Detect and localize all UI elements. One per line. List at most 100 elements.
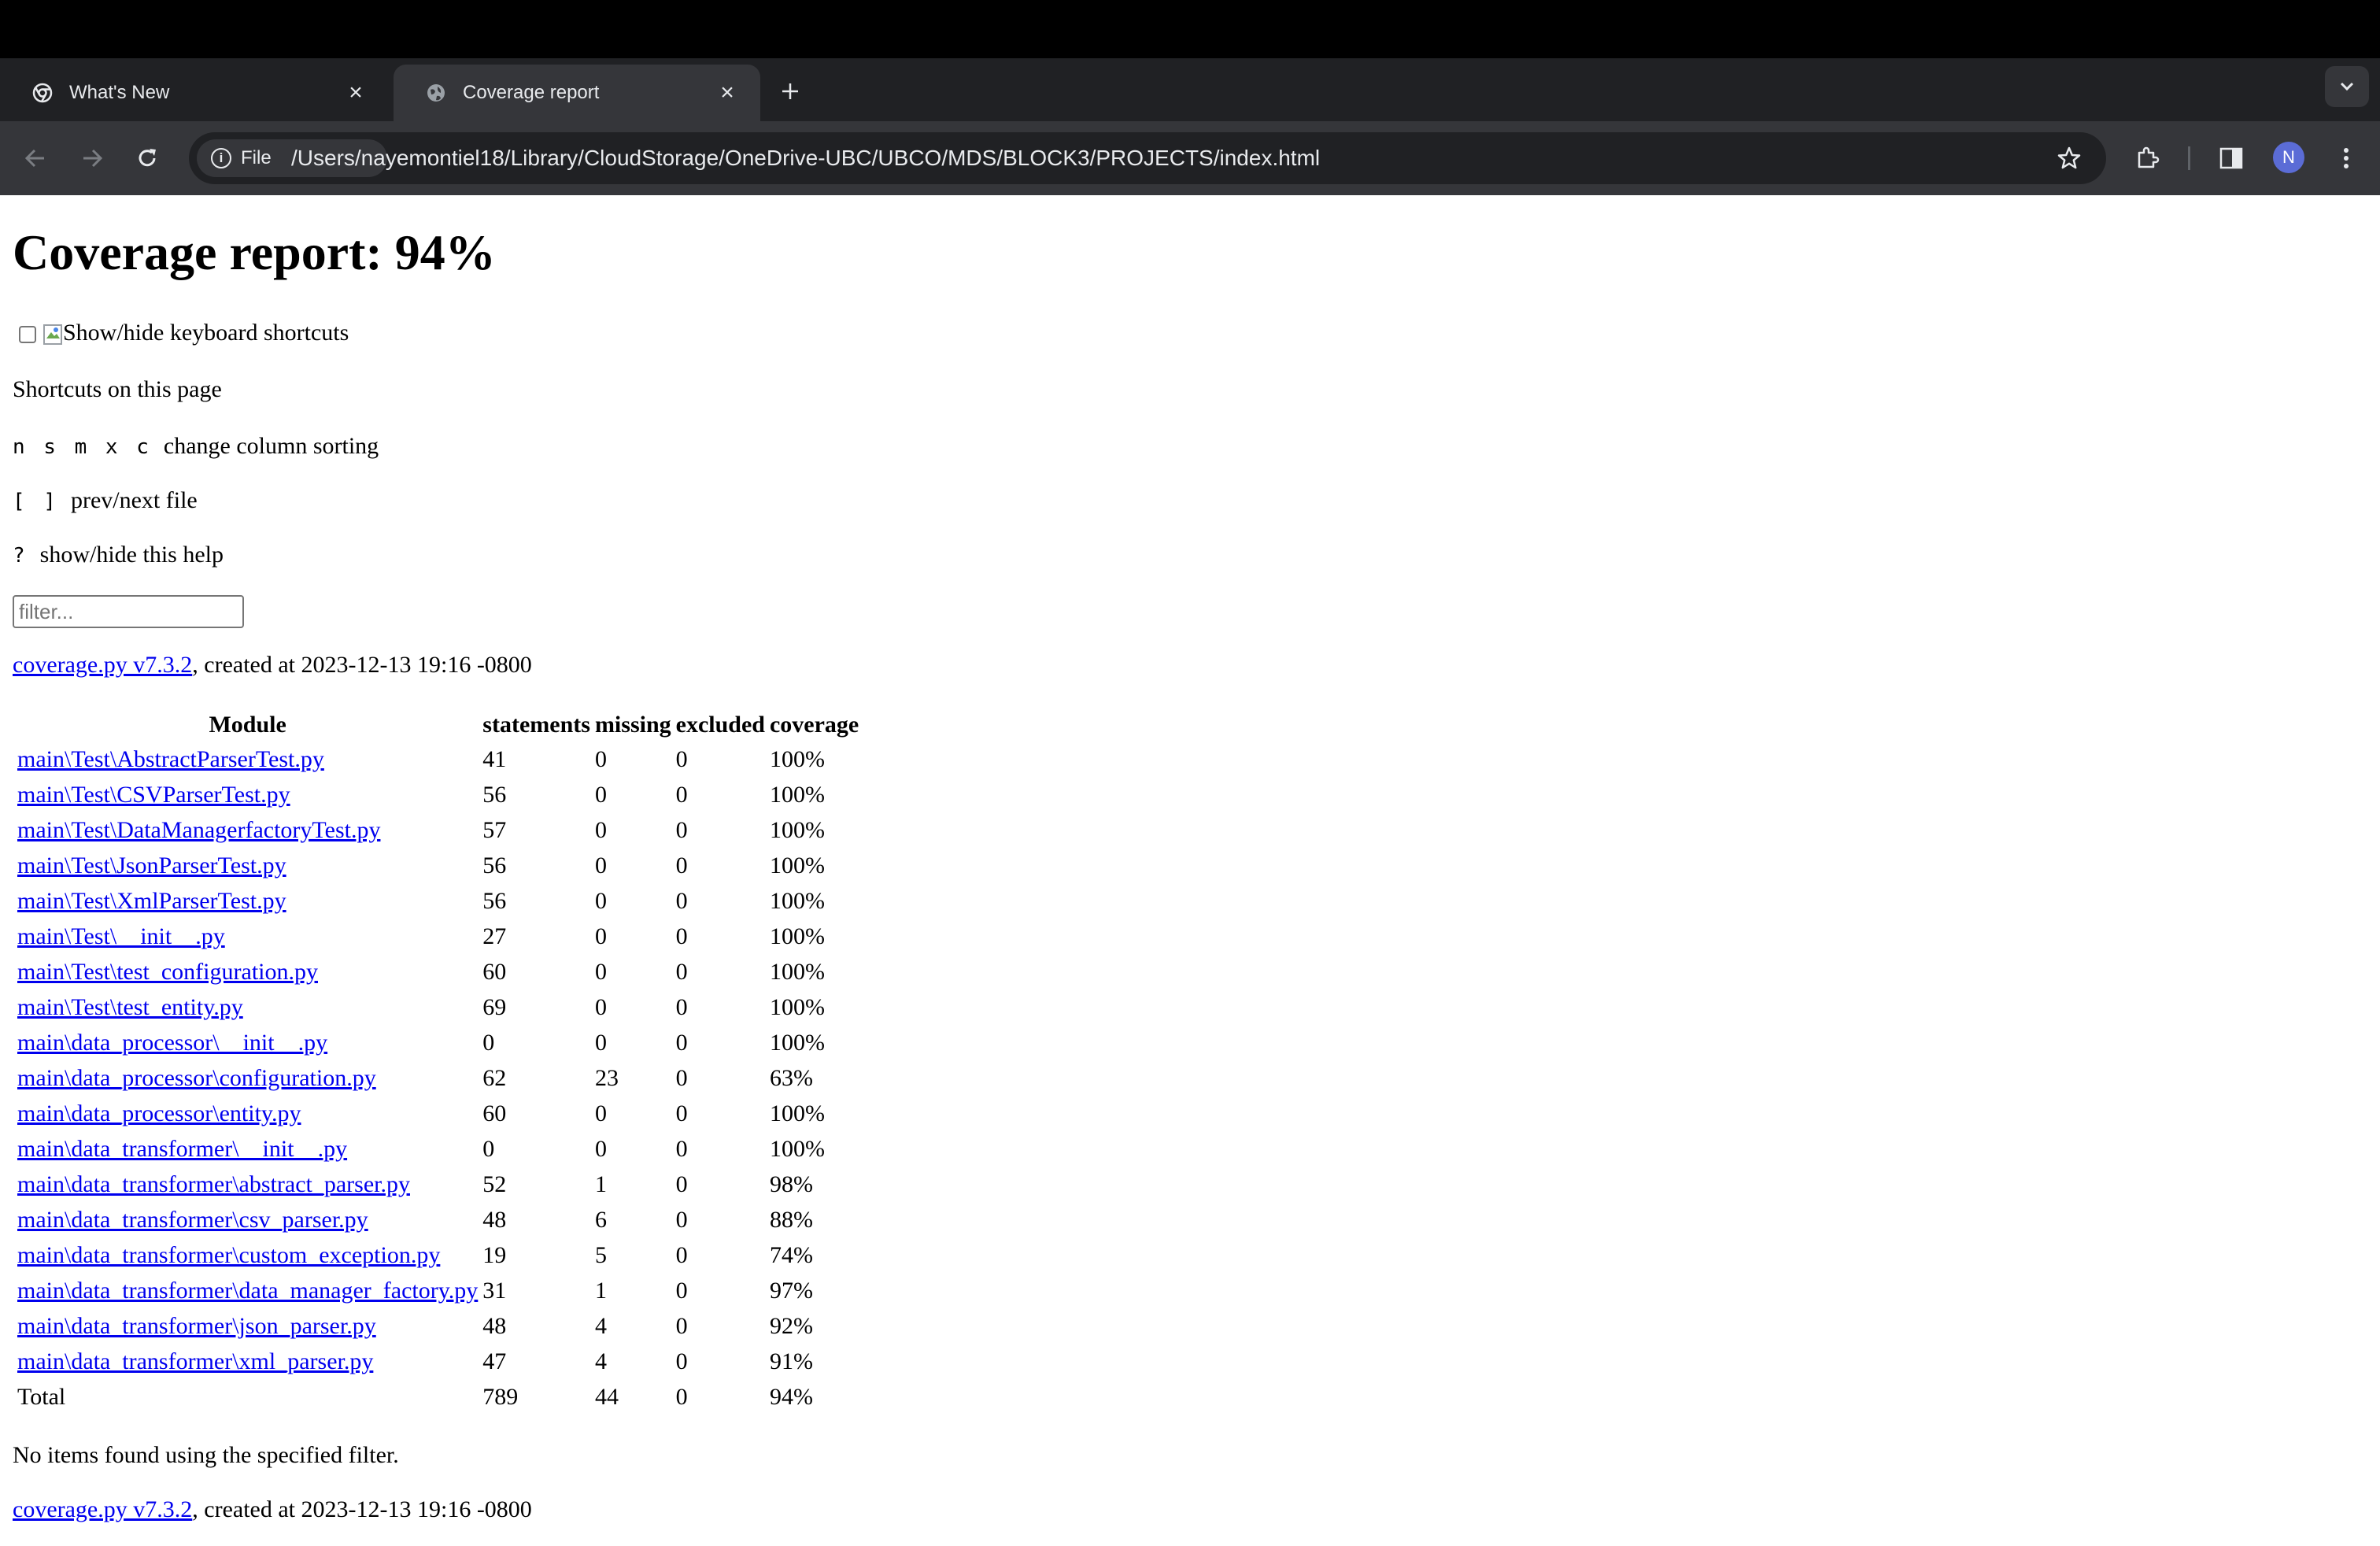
coverage-cell: 98% — [769, 1171, 813, 1197]
statements-cell: 47 — [482, 1348, 507, 1374]
missing-cell: 0 — [594, 923, 607, 949]
module-link[interactable]: main\data_transformer\xml_parser.py — [17, 1348, 373, 1374]
module-link[interactable]: main\Test\DataManagerfactoryTest.py — [17, 817, 380, 843]
coverage-cell: 100% — [769, 923, 825, 949]
profile-avatar[interactable]: N — [2273, 142, 2304, 173]
statements-cell: 19 — [482, 1242, 507, 1268]
missing-cell: 0 — [594, 1030, 607, 1056]
statements-cell: 31 — [482, 1278, 507, 1304]
missing-cell: 6 — [594, 1207, 607, 1233]
module-link[interactable]: main\data_processor\entity.py — [17, 1100, 301, 1126]
shortcut-keys: [ ] — [13, 490, 59, 513]
url-text[interactable]: /Users/nayemontiel18/Library/CloudStorag… — [291, 132, 1320, 184]
tab-title: What's New — [69, 82, 170, 103]
missing-cell: 4 — [594, 1348, 607, 1374]
keyboard-help-checkbox[interactable] — [19, 326, 36, 344]
column-header-missing[interactable]: missing — [595, 710, 671, 740]
column-header-coverage[interactable]: coverage — [770, 710, 859, 740]
reload-button[interactable] — [128, 139, 167, 178]
coverage-cell: 100% — [769, 782, 825, 808]
address-bar[interactable]: i File /Users/nayemontiel18/Library/Clou… — [189, 132, 2106, 184]
coverage-cell: 100% — [769, 994, 825, 1020]
keyboard-toggle-label: Show/hide keyboard shortcuts — [63, 320, 349, 346]
excluded-cell: 0 — [675, 817, 688, 843]
module-link[interactable]: main\data_processor\__init__.py — [17, 1030, 327, 1056]
module-link[interactable]: main\Test\CSVParserTest.py — [17, 782, 290, 808]
table-row: main\data_transformer\abstract_parser.py… — [17, 1168, 859, 1200]
bookmark-star-icon[interactable] — [2053, 142, 2086, 175]
module-link[interactable]: main\Test\test_configuration.py — [17, 959, 318, 985]
coverage-cell: 97% — [769, 1278, 813, 1304]
module-link[interactable]: main\data_transformer\abstract_parser.py — [17, 1171, 410, 1197]
reload-icon — [139, 149, 156, 167]
table-row: main\Test\__init__.py 27 0 0 100% — [17, 920, 859, 952]
coverage-cell: 74% — [769, 1242, 813, 1268]
excluded-cell: 0 — [675, 1171, 688, 1197]
shortcut-desc: prev/next file — [70, 487, 198, 513]
module-cell: main\data_transformer\abstract_parser.py — [17, 1168, 478, 1200]
module-link[interactable]: main\data_transformer\__init__.py — [17, 1136, 347, 1162]
coverage-table: Module statements missing excluded cover… — [13, 707, 863, 1416]
excluded-cell: 0 — [675, 1242, 688, 1268]
coverage-py-link[interactable]: coverage.py v7.3.2 — [13, 652, 192, 678]
table-row: main\Test\test_entity.py 69 0 0 100% — [17, 991, 859, 1023]
new-tab-button[interactable] — [774, 76, 806, 107]
chrome-icon — [31, 82, 54, 104]
module-link[interactable]: main\data_transformer\json_parser.py — [17, 1313, 376, 1339]
table-row: main\Test\test_configuration.py 60 0 0 100% — [17, 956, 859, 988]
module-link[interactable]: main\Test\JsonParserTest.py — [17, 853, 286, 878]
module-link[interactable]: main\Test\test_entity.py — [17, 994, 243, 1020]
coverage-py-link[interactable]: coverage.py v7.3.2 — [13, 1496, 192, 1522]
table-row: main\Test\XmlParserTest.py 56 0 0 100% — [17, 885, 859, 917]
module-link[interactable]: main\Test\AbstractParserTest.py — [17, 746, 324, 772]
tab-whats-new[interactable]: What's New × — [0, 65, 389, 121]
extensions-icon[interactable] — [2128, 139, 2168, 178]
filter-input[interactable] — [13, 595, 244, 628]
close-tab-icon[interactable]: × — [715, 80, 740, 105]
module-link[interactable]: main\data_transformer\csv_parser.py — [17, 1207, 368, 1233]
table-row: main\Test\DataManagerfactoryTest.py 57 0 0 1… — [17, 814, 859, 846]
column-header-module[interactable]: Module — [17, 710, 478, 740]
column-header-statements[interactable]: statements — [482, 710, 590, 740]
table-row: main\data_transformer\csv_parser.py 48 6 0 8… — [17, 1204, 859, 1236]
module-link[interactable]: main\Test\XmlParserTest.py — [17, 888, 286, 914]
coverage-cell: 100% — [769, 888, 825, 914]
shortcut-desc: show/hide this help — [39, 542, 224, 568]
module-cell: main\data_transformer\json_parser.py — [17, 1310, 478, 1342]
table-row: main\data_processor\entity.py 60 0 0 100% — [17, 1097, 859, 1130]
module-link[interactable]: main\data_transformer\data_manager_facto… — [17, 1278, 478, 1304]
tab-coverage-report[interactable]: Coverage report × — [394, 65, 760, 121]
column-header-excluded[interactable]: excluded — [676, 710, 765, 740]
chevron-down-icon — [2340, 82, 2354, 91]
created-line: coverage.py v7.3.2, created at 2023-12-1… — [13, 652, 532, 679]
total-missing: 44 — [594, 1384, 619, 1410]
arrow-right-icon — [83, 149, 103, 168]
side-panel-icon[interactable] — [2212, 139, 2251, 178]
module-cell: main\Test\__init__.py — [17, 920, 478, 952]
module-cell: main\Test\test_configuration.py — [17, 956, 478, 988]
keyboard-toggle: Show/hide keyboard shortcuts — [13, 320, 349, 346]
coverage-cell: 100% — [769, 1136, 825, 1162]
total-label: Total — [17, 1384, 66, 1410]
missing-cell: 1 — [594, 1171, 607, 1197]
module-cell: main\data_transformer\custom_exception.p… — [17, 1239, 478, 1271]
globe-icon — [425, 82, 447, 104]
excluded-cell: 0 — [675, 1313, 688, 1339]
missing-cell: 0 — [594, 853, 607, 878]
forward-button[interactable] — [72, 139, 112, 178]
browser-toolbar: i File /Users/nayemontiel18/Library/Clou… — [0, 121, 2380, 195]
module-link[interactable]: main\data_transformer\custom_exception.p… — [17, 1242, 440, 1268]
menu-kebab-icon[interactable] — [2326, 139, 2366, 178]
close-tab-icon[interactable]: × — [343, 80, 368, 105]
statements-cell: 48 — [482, 1313, 507, 1339]
missing-cell: 1 — [594, 1278, 607, 1304]
tab-search-button[interactable] — [2325, 66, 2369, 107]
statements-cell: 0 — [482, 1030, 495, 1056]
info-icon: i — [211, 148, 231, 168]
excluded-cell: 0 — [675, 1207, 688, 1233]
missing-cell: 0 — [594, 1136, 607, 1162]
module-link[interactable]: main\Test\__init__.py — [17, 923, 225, 949]
back-button[interactable] — [16, 139, 55, 178]
module-link[interactable]: main\data_processor\configuration.py — [17, 1065, 376, 1091]
table-row: main\data_transformer\custom_exception.p… — [17, 1239, 859, 1271]
